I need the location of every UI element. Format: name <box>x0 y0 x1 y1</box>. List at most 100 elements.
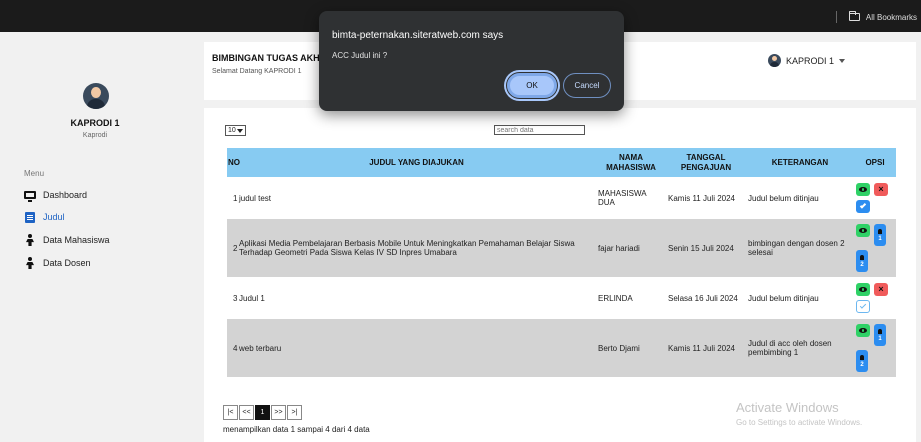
supervisor-2-button[interactable]: 2 <box>856 250 868 272</box>
sidebar-item-data-mahasiswa[interactable]: Data Mahasiswa <box>24 233 110 247</box>
supervisor-1-button[interactable]: 1 <box>874 324 886 346</box>
toolbar-divider <box>835 11 837 23</box>
row-number: 3 <box>227 277 237 319</box>
row-judul: judul test <box>237 177 596 219</box>
supervisor-number: 1 <box>878 336 882 342</box>
avatar <box>768 54 781 67</box>
column-header-no: NO <box>227 148 240 177</box>
row-nama: ERLINDA <box>596 277 666 319</box>
monitor-icon <box>24 189 36 202</box>
cancel-button[interactable]: Cancel <box>563 73 611 98</box>
row-opsi: × <box>854 277 896 319</box>
reject-button[interactable]: × <box>874 283 888 296</box>
eye-icon <box>859 228 867 233</box>
pagination: |< << 1 >> >| <box>223 405 302 420</box>
view-button[interactable] <box>856 324 870 337</box>
sidebar-user-role: Kaprodi <box>82 132 108 139</box>
column-header-opsi: OPSI <box>854 148 896 177</box>
pin-icon <box>860 355 864 360</box>
page-title: BIMBINGAN TUGAS AKHIR <box>212 53 329 63</box>
column-header-tanggal: TANGGAL PENGAJUAN <box>666 148 746 177</box>
per-page-select[interactable]: 10 <box>225 125 246 136</box>
table-row: 4 web terbaru Berto Djami Kamis 11 Juli … <box>227 319 896 377</box>
supervisor-number: 2 <box>860 262 864 268</box>
table-row: 3 Judul 1 ERLINDA Selasa 16 Juli 2024 Ju… <box>227 277 896 319</box>
sidebar-item-dashboard[interactable]: Dashboard <box>24 188 87 202</box>
row-keterangan: bimbingan dengan dosen 2 selesai <box>746 219 854 277</box>
sidebar-item-label: Dashboard <box>43 190 88 200</box>
check-icon <box>859 202 867 209</box>
approve-button[interactable] <box>856 300 870 313</box>
row-keterangan: Judul di acc oleh dosen pembimbing 1 <box>746 319 854 377</box>
row-keterangan: Judul belum ditinjau <box>746 177 854 219</box>
user-menu-dropdown[interactable]: KAPRODI 1 <box>768 54 846 67</box>
row-judul: Aplikasi Media Pembelajaran Berbasis Mob… <box>237 219 596 277</box>
row-tanggal: Senin 15 Juli 2024 <box>666 219 746 277</box>
eye-icon <box>859 328 867 333</box>
chevron-down-icon <box>839 58 846 63</box>
supervisor-2-button[interactable]: 2 <box>856 350 868 372</box>
column-header-keterangan: KETERANGAN <box>746 148 854 177</box>
reject-button[interactable]: × <box>874 183 888 196</box>
prev-page-button[interactable]: << <box>239 405 254 420</box>
table-header-row: NO JUDUL YANG DIAJUKAN NAMA MAHASISWA TA… <box>227 148 896 177</box>
row-number: 1 <box>227 177 237 219</box>
dialog-title: bimta-peternakan.siteratweb.com says <box>332 30 504 41</box>
first-page-button[interactable]: |< <box>223 405 238 420</box>
ok-button[interactable]: OK <box>507 73 557 98</box>
row-opsi: 1 2 <box>854 319 896 377</box>
user-menu-label: KAPRODI 1 <box>786 55 835 66</box>
content-card: 10 NO JUDUL YANG DIAJUKAN NAMA MAHASISWA… <box>204 100 916 442</box>
pin-icon <box>878 329 882 334</box>
row-judul: Judul 1 <box>237 277 596 319</box>
dialog-message: ACC Judul ini ? <box>332 51 388 60</box>
sidebar-item-label: Data Mahasiswa <box>43 235 110 245</box>
view-button[interactable] <box>856 224 870 237</box>
confirm-dialog: bimta-peternakan.siteratweb.com says ACC… <box>319 11 624 111</box>
supervisor-1-button[interactable]: 1 <box>874 224 886 246</box>
pin-icon <box>860 255 864 260</box>
sidebar-item-label: Data Dosen <box>43 258 91 268</box>
row-tanggal: Selasa 16 Juli 2024 <box>666 277 746 319</box>
sidebar: KAPRODI 1 Kaprodi Menu Dashboard Judul D… <box>0 32 190 442</box>
approve-button[interactable] <box>856 200 870 213</box>
column-header-judul: JUDUL YANG DIAJUKAN <box>237 148 596 177</box>
activate-windows-title: Activate Windows <box>736 400 839 415</box>
row-nama: MAHASISWA DUA <box>596 177 666 219</box>
sidebar-item-data-dosen[interactable]: Data Dosen <box>24 256 91 270</box>
avatar <box>83 83 109 109</box>
search-input[interactable] <box>494 125 585 135</box>
sidebar-item-judul[interactable]: Judul <box>24 210 65 224</box>
supervisor-number: 1 <box>878 236 882 242</box>
row-nama: fajar hariadi <box>596 219 666 277</box>
close-icon: × <box>878 284 884 294</box>
row-tanggal: Kamis 11 Juli 2024 <box>666 177 746 219</box>
row-number: 2 <box>227 219 237 277</box>
row-number: 4 <box>227 319 237 377</box>
pin-icon <box>878 229 882 234</box>
folder-icon <box>848 11 860 21</box>
table-row: 2 Aplikasi Media Pembelajaran Berbasis M… <box>227 219 896 277</box>
welcome-text: Selamat Datang KAPRODI 1 <box>212 68 302 75</box>
person-icon <box>24 257 36 269</box>
supervisor-number: 2 <box>860 362 864 368</box>
last-page-button[interactable]: >| <box>287 405 302 420</box>
row-opsi: 1 2 <box>854 219 896 277</box>
all-bookmarks-button[interactable]: All Bookmarks <box>835 11 917 23</box>
sidebar-item-label: Judul <box>43 212 65 222</box>
view-button[interactable] <box>856 183 870 196</box>
row-keterangan: Judul belum ditinjau <box>746 277 854 319</box>
all-bookmarks-label: All Bookmarks <box>865 12 917 22</box>
next-page-button[interactable]: >> <box>271 405 286 420</box>
document-icon <box>24 211 36 223</box>
row-tanggal: Kamis 11 Juli 2024 <box>666 319 746 377</box>
row-judul: web terbaru <box>237 319 596 377</box>
eye-icon <box>859 187 867 192</box>
view-button[interactable] <box>856 283 870 296</box>
page-1-button[interactable]: 1 <box>255 405 270 420</box>
activate-windows-subtitle: Go to Settings to activate Windows. <box>736 418 863 427</box>
pagination-info: menampilkan data 1 sampai 4 dari 4 data <box>223 425 370 434</box>
table-row: 1 judul test MAHASISWA DUA Kamis 11 Juli… <box>227 177 896 219</box>
close-icon: × <box>878 184 884 194</box>
row-nama: Berto Djami <box>596 319 666 377</box>
